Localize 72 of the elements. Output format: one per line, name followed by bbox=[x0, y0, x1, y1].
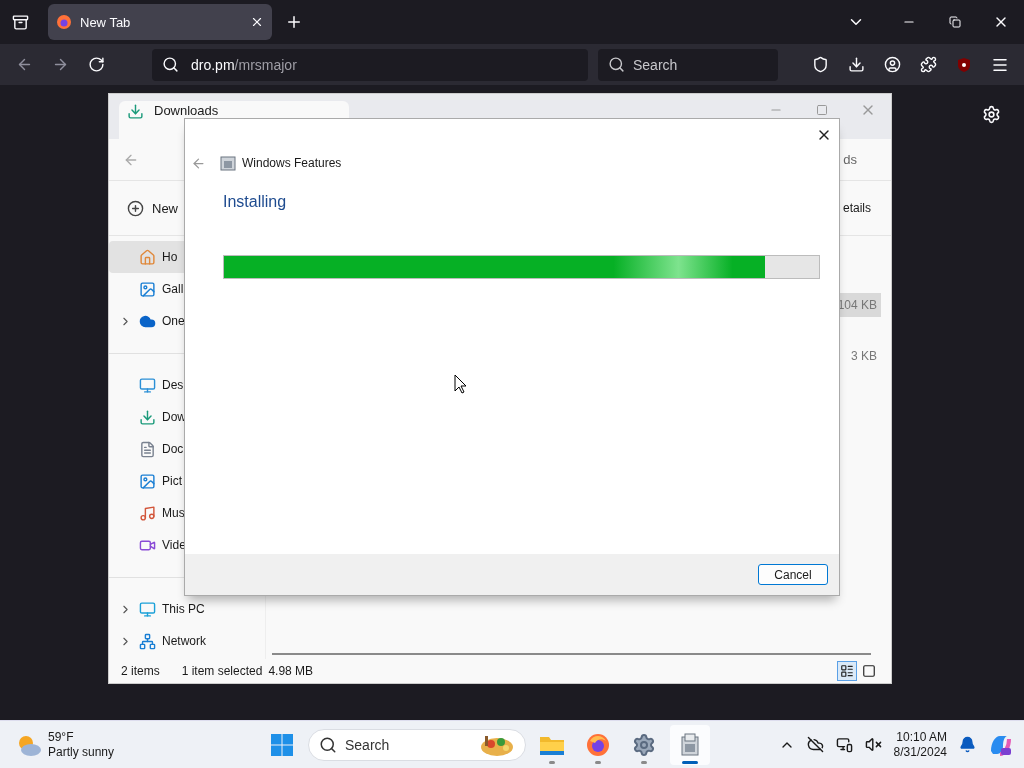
search-placeholder: Search bbox=[633, 56, 678, 73]
search-icon bbox=[162, 56, 179, 73]
network-icon bbox=[139, 632, 156, 650]
windows-logo-icon bbox=[270, 732, 294, 757]
close-tab-icon[interactable] bbox=[250, 15, 264, 29]
download-icon bbox=[127, 103, 144, 120]
extensions-icon[interactable] bbox=[919, 56, 937, 73]
new-tab-icon[interactable] bbox=[285, 13, 303, 31]
tab-list-icon[interactable] bbox=[11, 13, 29, 31]
shield-extension-icon[interactable] bbox=[956, 56, 972, 73]
browser-logo-icon bbox=[56, 14, 72, 30]
cancel-button[interactable]: Cancel bbox=[758, 564, 828, 585]
download-icon[interactable] bbox=[847, 56, 865, 73]
browser-icon bbox=[586, 732, 610, 757]
taskbar-search-field[interactable]: Search bbox=[308, 728, 526, 761]
plus-icon bbox=[127, 199, 144, 217]
new-button[interactable]: New bbox=[127, 199, 178, 217]
music-icon bbox=[139, 504, 156, 522]
account-icon[interactable] bbox=[883, 56, 901, 73]
sidebar-item[interactable]: Pict bbox=[109, 465, 261, 497]
notification-icon[interactable] bbox=[959, 736, 976, 753]
settings-icon[interactable] bbox=[982, 105, 1001, 124]
search-field[interactable]: Search bbox=[598, 48, 778, 81]
dialog-heading: Installing bbox=[223, 193, 288, 211]
network-status-icon[interactable] bbox=[835, 736, 853, 753]
selection-info: 1 item selected bbox=[181, 664, 263, 678]
muted-speaker-icon[interactable] bbox=[864, 736, 882, 753]
restore-icon[interactable] bbox=[949, 16, 961, 28]
computer-icon bbox=[139, 600, 156, 618]
search-placeholder: Search bbox=[345, 736, 391, 753]
sidebar-item[interactable]: Network bbox=[109, 625, 261, 657]
tiles-view-icon bbox=[862, 664, 876, 678]
item-count: 2 items bbox=[121, 664, 160, 678]
document-icon bbox=[139, 440, 156, 458]
address-field[interactable]: dro.pm/mrsmajor bbox=[152, 48, 588, 81]
reload-icon[interactable] bbox=[87, 56, 105, 73]
settings-icon bbox=[632, 732, 656, 757]
details-button[interactable]: etails bbox=[843, 201, 871, 215]
features-icon bbox=[679, 732, 701, 757]
sidebar-item[interactable]: Gall bbox=[109, 273, 261, 305]
selection-size: 4.98 MB bbox=[268, 664, 314, 678]
date: 8/31/2024 bbox=[893, 744, 947, 760]
clock[interactable]: 10:10 AM 8/31/2024 bbox=[893, 729, 947, 760]
sidebar-item[interactable]: One bbox=[109, 305, 261, 337]
view-button[interactable] bbox=[837, 661, 857, 681]
url-text: dro.pm/mrsmajor bbox=[191, 56, 297, 73]
tab-title: New Tab bbox=[80, 14, 132, 30]
taskbar-app[interactable] bbox=[670, 724, 710, 765]
temperature: 59°F bbox=[48, 729, 75, 745]
back-icon[interactable] bbox=[191, 155, 206, 171]
picture-icon bbox=[139, 472, 156, 490]
details-view-icon bbox=[840, 664, 854, 678]
folder-heading: ds bbox=[843, 152, 857, 167]
tab-title: Downloads bbox=[154, 103, 219, 118]
horizontal-scrollbar[interactable] bbox=[272, 653, 871, 655]
download-icon bbox=[139, 408, 156, 426]
cloud-off-icon[interactable] bbox=[806, 736, 824, 753]
dialog-title: Windows Features bbox=[242, 156, 342, 170]
browser-tab[interactable]: New Tab bbox=[48, 4, 272, 40]
home-icon bbox=[139, 248, 156, 266]
sidebar-item[interactable]: Mus bbox=[109, 497, 261, 529]
weather-condition: Partly sunny bbox=[48, 744, 115, 760]
sidebar-item[interactable]: Doc bbox=[109, 433, 261, 465]
search-icon bbox=[608, 56, 625, 73]
desktop-icon bbox=[139, 376, 156, 394]
sidebar-item[interactable]: Des bbox=[109, 369, 261, 401]
search-icon bbox=[319, 735, 337, 754]
sidebar-item[interactable]: This PC bbox=[109, 593, 261, 625]
gallery-icon bbox=[139, 280, 156, 298]
time: 10:10 AM bbox=[896, 729, 947, 745]
features-icon bbox=[220, 155, 236, 171]
cursor-icon bbox=[454, 374, 467, 394]
